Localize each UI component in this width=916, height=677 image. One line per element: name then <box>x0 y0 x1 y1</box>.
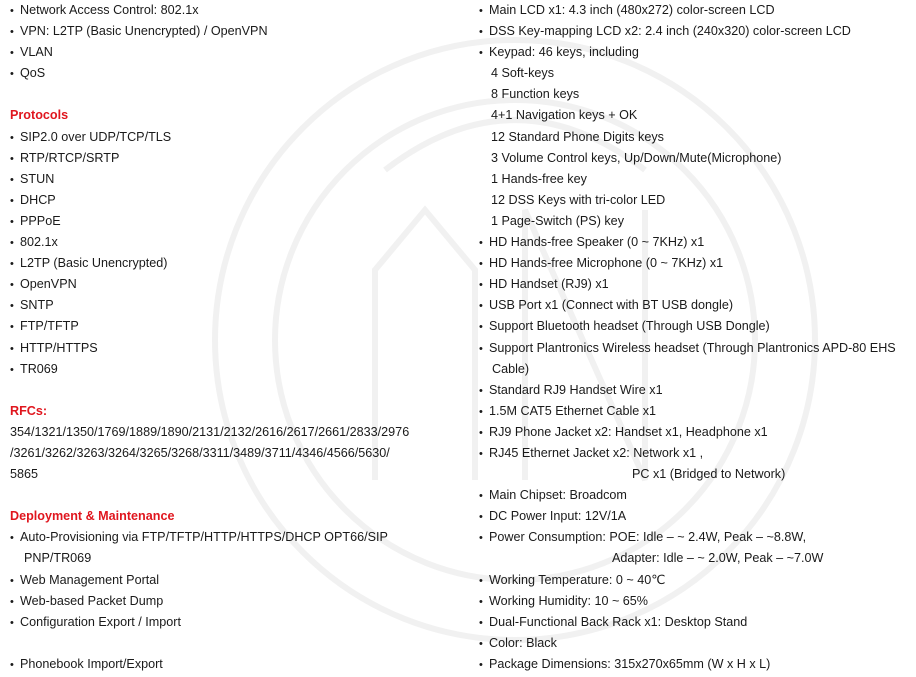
list-item: Keypad: 46 keys, including <box>479 42 916 63</box>
list-item: HTTP/HTTPS <box>10 338 465 359</box>
keypad-subitem: 3 Volume Control keys, Up/Down/Mute(Micr… <box>491 150 782 165</box>
list-item: Support Plantronics Wireless headset (Th… <box>479 338 916 359</box>
right-column: Main LCD x1: 4.3 inch (480x272) color-sc… <box>479 0 916 675</box>
network-list: Network Access Control: 802.1x VPN: L2TP… <box>10 0 465 84</box>
list-item: Phonebook Import/Export <box>10 654 465 675</box>
list-item: 1.5M CAT5 Ethernet Cable x1 <box>479 401 916 422</box>
list-item: USB Port x1 (Connect with BT USB dongle) <box>479 295 916 316</box>
list-item: DHCP <box>10 190 465 211</box>
keypad-subitem: 4 Soft-keys <box>491 66 554 81</box>
keypad-subitem: 4+1 Navigation keys + OK <box>491 108 638 123</box>
list-item: SNTP <box>10 295 465 316</box>
keypad-subitem: 12 Standard Phone Digits keys <box>491 129 664 144</box>
left-column: Network Access Control: 802.1x VPN: L2TP… <box>10 0 465 675</box>
list-item: VLAN <box>10 42 465 63</box>
list-item: Network Access Control: 802.1x <box>10 0 465 21</box>
list-item: RJ9 Phone Jacket x2: Handset x1, Headpho… <box>479 422 916 443</box>
list-item: DC Power Input: 12V/1A <box>479 506 916 527</box>
deployment-list: Auto-Provisioning via FTP/TFTP/HTTP/HTTP… <box>10 527 465 675</box>
list-item: Package Dimensions: 315x270x65mm (W x H … <box>479 654 916 675</box>
list-item: Working Humidity: 10 ~ 65% <box>479 591 916 612</box>
list-item: RTP/RTCP/SRTP <box>10 148 465 169</box>
list-item: Dual-Functional Back Rack x1: Desktop St… <box>479 612 916 633</box>
protocols-list: SIP2.0 over UDP/TCP/TLS RTP/RTCP/SRTP ST… <box>10 127 465 380</box>
list-item: VPN: L2TP (Basic Unencrypted) / OpenVPN <box>10 21 465 42</box>
list-item: FTP/TFTP <box>10 316 465 337</box>
list-item: STUN <box>10 169 465 190</box>
list-item: HD Handset (RJ9) x1 <box>479 274 916 295</box>
protocols-heading: Protocols <box>10 108 69 123</box>
list-item: RJ45 Ethernet Jacket x2: Network x1 , <box>479 443 916 464</box>
rfc-line: /3261/3262/3263/3264/3265/3268/3311/3489… <box>10 445 390 460</box>
deployment-heading: Deployment & Maintenance <box>10 509 175 524</box>
list-item: Main Chipset: Broadcom <box>479 485 916 506</box>
rfc-line: 5865 <box>10 467 39 482</box>
keypad-subitem: 1 Page-Switch (PS) key <box>491 213 624 228</box>
list-item: Configuration Export / Import <box>10 612 465 633</box>
list-item: QoS <box>10 63 465 84</box>
list-item: 802.1x <box>10 232 465 253</box>
list-item: HD Hands-free Speaker (0 ~ 7KHz) x1 <box>479 232 916 253</box>
keypad-subitem: 8 Function keys <box>491 87 580 102</box>
list-item: PPPoE <box>10 211 465 232</box>
keypad-sublist: 4 Soft-keys 8 Function keys 4+1 Navigati… <box>479 63 916 232</box>
list-item: Web-based Packet Dump <box>10 591 465 612</box>
rfcs-heading: RFCs: <box>10 403 48 418</box>
list-item-continuation: Adapter: Idle – ~ 2.0W, Peak – ~7.0W <box>612 551 824 566</box>
rfcs-list: 354/1321/1350/1769/1889/1890/2131/2132/2… <box>10 422 465 485</box>
list-item: Auto-Provisioning via FTP/TFTP/HTTP/HTTP… <box>10 527 465 548</box>
list-item: TR069 <box>10 359 465 380</box>
list-item: HD Hands-free Microphone (0 ~ 7KHz) x1 <box>479 253 916 274</box>
keypad-subitem: 12 DSS Keys with tri-color LED <box>491 192 666 207</box>
list-item: L2TP (Basic Unencrypted) <box>10 253 465 274</box>
list-item: Power Consumption: POE: Idle – ~ 2.4W, P… <box>479 527 916 548</box>
list-item: Standard RJ9 Handset Wire x1 <box>479 380 916 401</box>
list-item: Support Bluetooth headset (Through USB D… <box>479 316 916 337</box>
list-item: Color: Black <box>479 633 916 654</box>
list-item-continuation: Cable) <box>492 361 530 376</box>
keypad-subitem: 1 Hands-free key <box>491 171 587 186</box>
rfc-line: 354/1321/1350/1769/1889/1890/2131/2132/2… <box>10 424 410 439</box>
list-item: OpenVPN <box>10 274 465 295</box>
list-item: Web Management Portal <box>10 570 465 591</box>
list-item: Working Temperature: 0 ~ 40℃ <box>479 570 916 591</box>
list-item-continuation: PC x1 (Bridged to Network) <box>632 467 786 482</box>
list-item: DSS Key-mapping LCD x2: 2.4 inch (240x32… <box>479 21 916 42</box>
list-item-continuation: PNP/TR069 <box>24 551 92 566</box>
list-item: Main LCD x1: 4.3 inch (480x272) color-sc… <box>479 0 916 21</box>
list-item: SIP2.0 over UDP/TCP/TLS <box>10 127 465 148</box>
